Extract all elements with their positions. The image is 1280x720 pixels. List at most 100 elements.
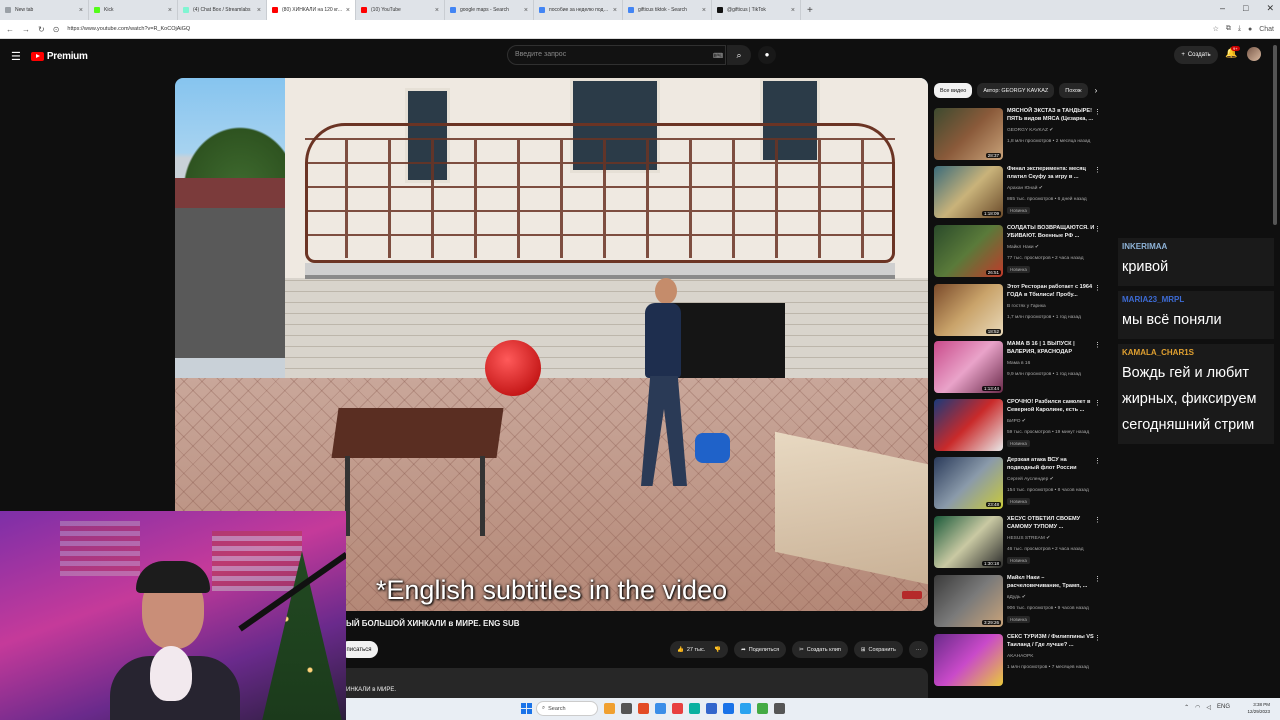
recommendation-channel[interactable]: БИРО ✔ (1007, 419, 1026, 424)
taskbar-app-icon[interactable] (655, 703, 666, 714)
minimize-button[interactable]: – (1220, 3, 1225, 14)
recommendation-channel[interactable]: В гостях у Гарика (1007, 304, 1046, 309)
more-options-icon[interactable]: ⋮ (1094, 166, 1101, 174)
close-tab-icon[interactable]: × (79, 7, 83, 14)
extensions-icon[interactable]: ⧉ (1226, 25, 1231, 33)
recommendation-title[interactable]: Этот Ресторан работает с 1964 ГОДА в Тби… (1007, 284, 1095, 299)
browser-tab[interactable]: (80) ХИНКАЛИ на 120 кг. Моя ПР× (267, 0, 356, 20)
filter-chip[interactable]: Похож (1059, 83, 1088, 98)
video-thumbnail[interactable]: 26:51 (934, 225, 1003, 277)
account-avatar[interactable] (1247, 47, 1261, 61)
recommendation-card[interactable]: 1:18:09 Финал эксперимента: месяц платил … (934, 166, 1102, 220)
recommendation-title[interactable]: СЕКС ТУРИЗМ / Филиппины VS Таиланд / Где… (1007, 634, 1095, 649)
browser-tab[interactable]: gifticus tiktok - Search × (623, 0, 712, 20)
site-info-icon[interactable]: ⊙ (53, 25, 60, 34)
clock[interactable]: 3:38 PM 12/29/2023 (1247, 701, 1270, 715)
chevron-up-icon[interactable]: ⌃ (1184, 704, 1189, 711)
recommendation-card[interactable]: 18:52 Этот Ресторан работает с 1964 ГОДА … (934, 284, 1102, 338)
recommendation-title[interactable]: МЯСНОЙ ЭКСТАЗ в ТАНДЫРЕ! ПЯТЬ видов МЯСА… (1007, 108, 1095, 123)
taskbar-app-icon[interactable] (672, 703, 683, 714)
taskbar-app-icon[interactable] (774, 703, 785, 714)
browser-tab[interactable]: (4) Chat Box / Streamlabs × (178, 0, 267, 20)
recommendation-title[interactable]: МАМА В 16 | 1 ВЫПУСК | ВАЛЕРИЯ, КРАСНОДА… (1007, 341, 1095, 356)
taskbar-app-icon[interactable] (706, 703, 717, 714)
browser-tab[interactable]: @gifticus | TikTok × (712, 0, 801, 20)
video-thumbnail[interactable] (934, 634, 1003, 686)
recommendation-channel[interactable]: HESUS STREAM ✔ (1007, 536, 1050, 541)
channel-watermark[interactable] (902, 591, 922, 599)
more-options-icon[interactable]: ⋮ (1094, 284, 1101, 292)
recommendation-channel[interactable]: Арахан Юнай ✔ (1007, 186, 1043, 191)
more-actions-button[interactable]: ··· (908, 641, 929, 658)
recommendation-card[interactable]: 26:51 СОЛДАТЫ ВОЗВРАЩАЮТСЯ. И УБИВАЮТ. Во… (934, 225, 1102, 279)
recommendation-channel[interactable]: Мама в 16 (1007, 361, 1030, 366)
recommendation-title[interactable]: Майкл Наки – расчеловечивание, Трамп, ..… (1007, 575, 1095, 590)
close-tab-icon[interactable]: × (791, 7, 795, 14)
taskbar-app-icon[interactable] (638, 703, 649, 714)
close-tab-icon[interactable]: × (435, 7, 439, 14)
thumbs-down-icon[interactable]: 👎 (714, 647, 721, 653)
url-field[interactable]: https://www.youtube.com/watch?v=R_KoCOjA… (67, 26, 1204, 32)
recommendation-title[interactable]: СОЛДАТЫ ВОЗВРАЩАЮТСЯ. И УБИВАЮТ. Военные… (1007, 225, 1095, 240)
browser-tab[interactable]: Kick × (89, 0, 178, 20)
recommendation-title[interactable]: ХЕСУС ОТВЕТИЛ СВОЕМУ САМОМУ ТУПОМУ ... (1007, 516, 1095, 531)
more-options-icon[interactable]: ⋮ (1094, 575, 1101, 583)
forward-icon[interactable]: → (22, 25, 30, 34)
volume-icon[interactable]: ◁ (1206, 704, 1211, 711)
recommendation-channel[interactable]: Майкл Наки ✔ (1007, 245, 1039, 250)
page-scrollbar[interactable] (1273, 45, 1277, 225)
profile-label[interactable]: Chat (1259, 26, 1274, 33)
start-windows-icon[interactable] (521, 703, 532, 714)
menu-icon[interactable]: ☰ (11, 50, 21, 63)
like-dislike-button[interactable]: 👍 27 тыс. 👎 (670, 641, 729, 658)
language-indicator[interactable]: ENG (1217, 704, 1230, 711)
new-tab-button[interactable]: + (801, 5, 819, 16)
close-tab-icon[interactable]: × (524, 7, 528, 14)
video-thumbnail[interactable]: 28:37 (934, 108, 1003, 160)
wifi-icon[interactable]: ◠ (1195, 704, 1200, 711)
close-tab-icon[interactable]: × (346, 7, 350, 14)
bookmark-star-icon[interactable]: ☆ (1213, 25, 1219, 33)
taskbar-search[interactable]: ⌕ Search (536, 701, 598, 716)
recommendation-card[interactable]: 23:48 Дерзкая атака ВСУ на подводный флот… (934, 457, 1102, 511)
video-thumbnail[interactable]: 18:52 (934, 284, 1003, 336)
keyboard-icon[interactable]: ⌨ (713, 52, 723, 60)
recommendation-card[interactable]: СРОЧНО! Разбился самолет в Северной Каро… (934, 399, 1102, 453)
create-button[interactable]: + Создать (1174, 46, 1218, 64)
taskbar-app-icon[interactable] (740, 703, 751, 714)
recommendation-card[interactable]: 3:29:26 Майкл Наки – расчеловечивание, Тр… (934, 575, 1102, 629)
close-tab-icon[interactable]: × (168, 7, 172, 14)
video-thumbnail[interactable]: 1:30:18 (934, 516, 1003, 568)
video-thumbnail[interactable] (934, 399, 1003, 451)
recommendation-title[interactable]: СРОЧНО! Разбился самолет в Северной Каро… (1007, 399, 1095, 414)
browser-tab[interactable]: пособие за неделю подготовления - Se× (534, 0, 623, 20)
more-options-icon[interactable]: ⋮ (1094, 634, 1101, 642)
video-thumbnail[interactable]: 3:29:26 (934, 575, 1003, 627)
profile-avatar[interactable]: ● (1248, 26, 1252, 33)
close-tab-icon[interactable]: × (702, 7, 706, 14)
share-button[interactable]: ➦ Поделиться (734, 641, 787, 658)
more-options-icon[interactable]: ⋮ (1094, 108, 1101, 116)
more-options-icon[interactable]: ⋮ (1094, 341, 1101, 349)
recommendation-channel[interactable]: вДудь ✔ (1007, 595, 1026, 600)
more-options-icon[interactable]: ⋮ (1094, 225, 1101, 233)
filter-chip[interactable]: Автор: GEORGY KAVKAZ (977, 83, 1055, 98)
chevron-right-icon[interactable]: › (1095, 86, 1098, 95)
more-options-icon[interactable]: ⋮ (1094, 399, 1101, 407)
recommendation-title[interactable]: Финал эксперимента: месяц платил Скуфу з… (1007, 166, 1095, 181)
voice-search-button[interactable]: ● (758, 46, 776, 64)
close-tab-icon[interactable]: × (257, 7, 261, 14)
taskbar-app-icon[interactable] (604, 703, 615, 714)
recommendation-card[interactable]: СЕКС ТУРИЗМ / Филиппины VS Таиланд / Где… (934, 634, 1102, 688)
recommendation-card[interactable]: 28:37 МЯСНОЙ ЭКСТАЗ в ТАНДЫРЕ! ПЯТЬ видов… (934, 108, 1102, 162)
taskbar-app-icon[interactable] (723, 703, 734, 714)
taskbar-app-icon[interactable] (689, 703, 700, 714)
save-button[interactable]: ⊞ Сохранить (853, 641, 903, 658)
more-options-icon[interactable]: ⋮ (1094, 516, 1101, 524)
browser-tab[interactable]: New tab × (0, 0, 89, 20)
reload-icon[interactable]: ↻ (38, 25, 45, 34)
recommendation-channel[interactable]: Сергей Ауслендер ✔ (1007, 477, 1054, 482)
video-thumbnail[interactable]: 1:18:09 (934, 166, 1003, 218)
more-options-icon[interactable]: ⋮ (1094, 457, 1101, 465)
taskbar-app-icon[interactable] (621, 703, 632, 714)
